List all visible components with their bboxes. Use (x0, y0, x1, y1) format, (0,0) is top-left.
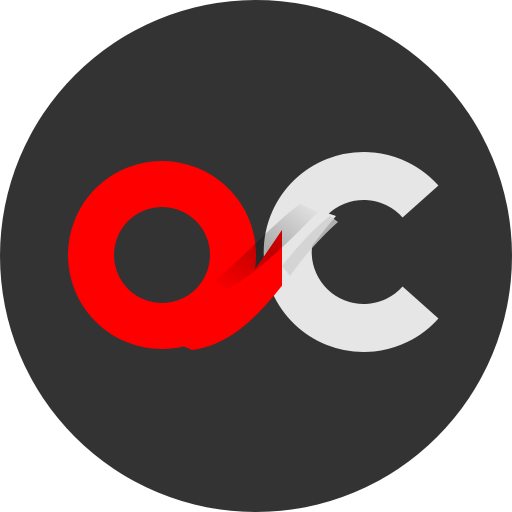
oc-logo (0, 0, 512, 512)
app-icon (0, 0, 512, 512)
